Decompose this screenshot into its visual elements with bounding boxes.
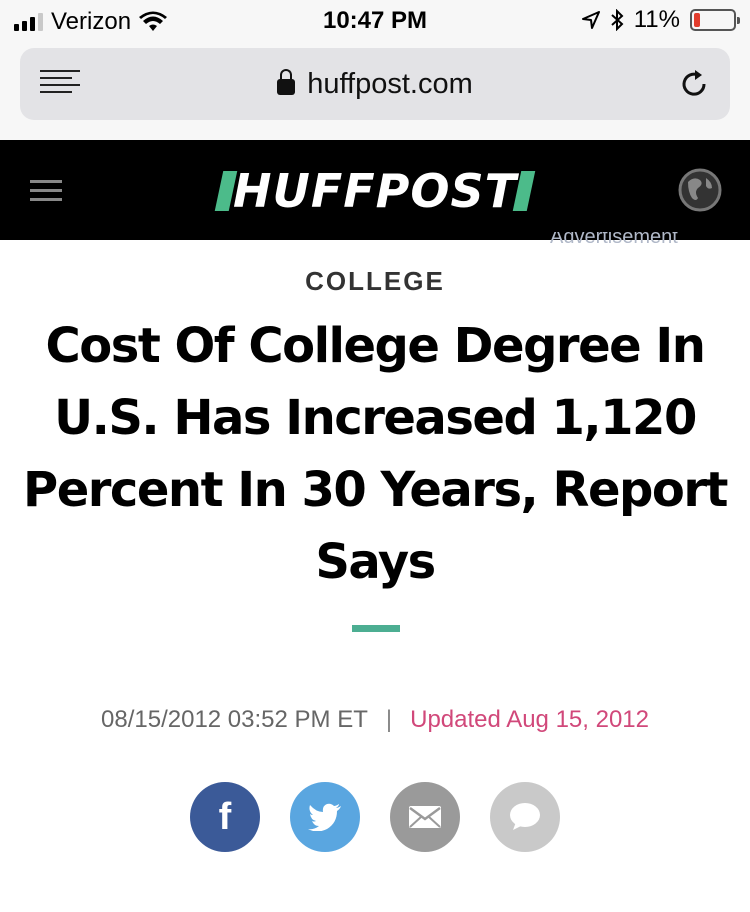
url-display[interactable]: huffpost.com [20,68,730,101]
huffpost-logo[interactable]: HUFFPOST [0,164,750,218]
article-category[interactable]: COLLEGE [0,266,750,297]
updated-timestamp: Updated Aug 15, 2012 [410,706,649,733]
headline-divider [352,625,400,632]
url-text: huffpost.com [307,68,473,100]
browser-chrome: huffpost.com [0,40,750,140]
site-header: HUFFPOST [0,140,750,240]
battery-percent: 11% [633,6,680,33]
address-bar[interactable]: huffpost.com [20,48,730,120]
email-share-button[interactable] [390,782,460,852]
twitter-icon [308,803,341,831]
published-timestamp: 08/15/2012 03:52 PM ET [101,706,368,733]
share-bar: f [0,782,750,852]
article-headline: Cost Of College Degree In U.S. Has Incre… [23,318,728,590]
facebook-share-button[interactable]: f [190,782,260,852]
battery-icon [690,9,740,31]
article-meta: 08/15/2012 03:52 PM ET | Updated Aug 15, 2… [0,706,750,734]
twitter-share-button[interactable] [290,782,360,852]
email-icon [409,806,441,828]
battery-level [694,13,700,27]
status-right: 11% [581,6,740,34]
lock-icon [277,69,296,95]
meta-separator: | [385,706,393,733]
ad-label-peek: Advertisement [550,232,678,244]
location-icon [581,11,600,29]
comments-button[interactable] [490,782,560,852]
comment-icon [510,803,540,830]
facebook-icon: f [218,795,232,838]
globe-icon[interactable] [678,168,722,212]
status-bar: Verizon 10:47 PM 11% [0,0,750,40]
bluetooth-icon [611,9,624,31]
logo-text: HUFFPOST [232,164,518,218]
reload-icon[interactable] [678,68,710,100]
